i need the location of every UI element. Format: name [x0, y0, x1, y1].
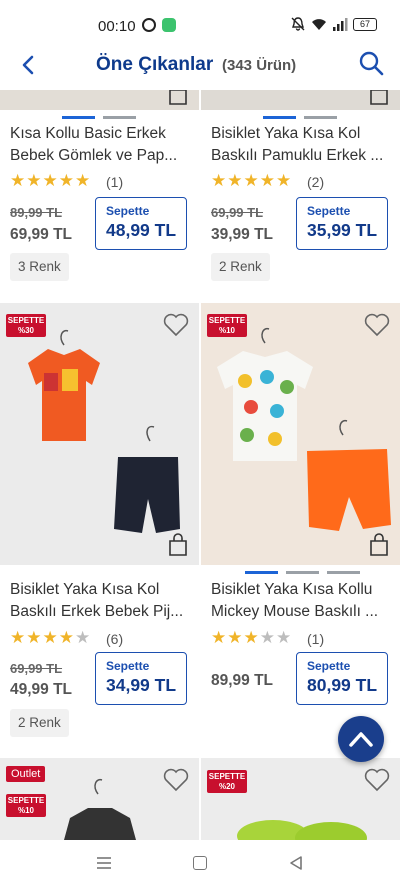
message-app-icon	[162, 18, 176, 32]
basket-price: 35,99 TL	[307, 220, 378, 240]
add-to-bag-icon[interactable]	[167, 533, 189, 557]
review-count: (2)	[307, 174, 325, 190]
basket-price-box: Sepette 80,99 TL	[296, 652, 388, 705]
image-pager	[263, 116, 337, 119]
recent-apps-icon[interactable]	[96, 856, 112, 870]
review-count: (1)	[307, 631, 325, 647]
product-card[interactable]: Bisiklet Yaka Kısa Kol Baskılı Pamuklu E…	[201, 90, 400, 295]
battery-indicator: 67	[353, 18, 377, 31]
add-to-bag-icon[interactable]	[368, 533, 390, 557]
color-options[interactable]: 3 Renk	[10, 253, 69, 281]
signal-icon	[333, 18, 348, 31]
page-title: Öne Çıkanlar	[96, 54, 214, 75]
back-triangle-icon[interactable]	[288, 855, 304, 871]
product-card[interactable]: SEPETTE %20	[201, 758, 400, 840]
wifi-icon	[312, 19, 326, 30]
product-image[interactable]: SEPETTE %20	[201, 758, 400, 840]
product-name[interactable]: Bisiklet Yaka Kısa Kollu Mickey Mouse Ba…	[211, 579, 396, 623]
current-price: 49,99 TL	[10, 681, 73, 698]
back-arrow-icon[interactable]	[18, 54, 40, 76]
product-card[interactable]: SEPETTE %30 Bisiklet Yaka Kısa Kol Baskı…	[0, 303, 199, 753]
rating-stars: ★★★★★	[10, 171, 92, 190]
product-card[interactable]: Kısa Kollu Basic Erkek Bebek Gömlek ve P…	[0, 90, 199, 295]
favorite-heart-icon[interactable]	[163, 313, 189, 337]
chevron-up-icon	[349, 732, 373, 747]
rating-stars: ★★★★★	[211, 628, 293, 647]
basket-discount-badge: SEPETTE %10	[207, 314, 247, 337]
basket-price-box: Sepette 48,99 TL	[95, 197, 187, 250]
product-card[interactable]: SEPETTE %10 Bisiklet Yaka Kısa Kollu Mic…	[201, 303, 400, 753]
product-photo	[217, 327, 391, 531]
app-header: Öne Çıkanlar (343 Ürün)	[0, 40, 400, 90]
current-price: 89,99 TL	[211, 672, 274, 689]
product-image[interactable]: SEPETTE %30	[0, 303, 199, 565]
old-price: 69,99 TL	[211, 205, 264, 220]
basket-price: 80,99 TL	[307, 675, 378, 695]
add-to-bag-icon[interactable]	[167, 90, 189, 106]
product-image[interactable]: Outlet SEPETTE %10	[0, 758, 199, 840]
basket-price: 48,99 TL	[106, 220, 177, 240]
favorite-heart-icon[interactable]	[163, 768, 189, 792]
basket-label: Sepette	[307, 659, 351, 673]
old-price: 69,99 TL	[10, 661, 63, 676]
color-options[interactable]: 2 Renk	[10, 709, 69, 737]
current-price: 39,99 TL	[211, 226, 274, 243]
product-name[interactable]: Bisiklet Yaka Kısa Kol Baskılı Erkek Beb…	[10, 579, 195, 623]
image-pager	[245, 571, 360, 574]
image-pager	[62, 116, 136, 119]
status-time: 00:10	[98, 18, 136, 35]
review-count: (6)	[106, 631, 124, 647]
basket-label: Sepette	[106, 659, 150, 673]
basket-price-box: Sepette 34,99 TL	[95, 652, 187, 705]
product-photo	[28, 329, 180, 533]
basket-discount-badge: SEPETTE %20	[207, 770, 247, 793]
basket-price: 34,99 TL	[106, 675, 177, 695]
review-count: (1)	[106, 174, 124, 190]
basket-label: Sepette	[106, 204, 150, 218]
product-count: (343 Ürün)	[222, 57, 297, 74]
current-price: 69,99 TL	[10, 226, 73, 243]
search-icon[interactable]	[358, 50, 384, 76]
basket-label: Sepette	[307, 204, 351, 218]
product-name[interactable]: Kısa Kollu Basic Erkek Bebek Gömlek ve P…	[10, 123, 195, 167]
home-icon[interactable]	[193, 856, 207, 870]
rating-stars: ★★★★★	[10, 628, 92, 647]
scroll-to-top-button[interactable]	[338, 716, 384, 762]
old-price: 89,99 TL	[10, 205, 63, 220]
product-image[interactable]	[0, 90, 199, 110]
basket-discount-badge: SEPETTE %10	[6, 794, 46, 817]
favorite-heart-icon[interactable]	[364, 313, 390, 337]
outlet-badge: Outlet	[6, 766, 46, 782]
product-name[interactable]: Bisiklet Yaka Kısa Kol Baskılı Pamuklu E…	[211, 123, 396, 167]
product-card[interactable]: Outlet SEPETTE %10	[0, 758, 199, 840]
whatsapp-icon	[142, 18, 156, 32]
basket-discount-badge: SEPETTE %30	[6, 314, 46, 337]
mute-bell-icon	[291, 17, 305, 31]
favorite-heart-icon[interactable]	[364, 768, 390, 792]
rating-stars: ★★★★★	[211, 171, 293, 190]
color-options[interactable]: 2 Renk	[211, 253, 270, 281]
add-to-bag-icon[interactable]	[368, 90, 390, 106]
product-image[interactable]	[201, 90, 400, 110]
product-image[interactable]: SEPETTE %10	[201, 303, 400, 565]
basket-price-box: Sepette 35,99 TL	[296, 197, 388, 250]
system-navigation-bar	[0, 840, 400, 888]
